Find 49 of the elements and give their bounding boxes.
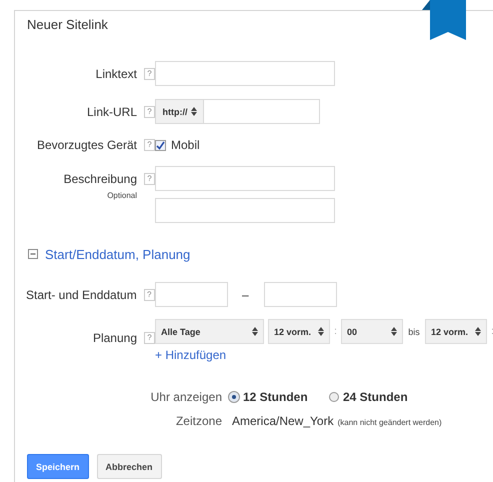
url-input-field[interactable] [203,99,320,124]
radio-button[interactable] [329,392,339,402]
field-label: Link-URL [86,105,137,119]
up-down-arrows-icon [318,327,324,336]
cancel-button[interactable]: Abbrechen [96,454,162,479]
radio-label: 12 Stunden [243,390,308,404]
clock-label: Uhr anzeigen [150,390,222,404]
end-date-field[interactable] [264,282,337,307]
field-label: Start- und Enddatum [26,288,137,302]
schedule-select[interactable]: 12 vorm. [425,319,487,344]
date-separator: – [242,288,249,302]
field-label: Bevorzugtes Gerät [36,138,137,152]
radio-label: 24 Stunden [343,390,408,404]
separator-text: : [333,326,338,337]
section-link[interactable]: Start/Enddatum, Planung [45,246,190,262]
dialog-title: Neuer Sitelink [27,17,109,34]
checkbox[interactable] [155,140,166,150]
help-icon[interactable]: ? [144,332,155,344]
help-icon[interactable]: ? [144,68,155,80]
checkbox-label: Mobil [171,138,200,152]
save-button[interactable]: Speichern [27,454,89,479]
timezone-label: Zeitzone [174,414,222,428]
add-link[interactable]: + Hinzufügen [155,348,226,362]
field-label: Linktext [96,67,137,81]
timezone-note: (kann nicht geändert werden) [338,418,442,427]
start-date-field[interactable] [155,282,228,307]
field-label: Planung [92,331,137,345]
up-down-arrows-icon [190,107,196,116]
field-label: Beschreibung [64,172,137,186]
help-icon[interactable]: ? [144,289,155,301]
schedule-select[interactable]: 00 [341,319,403,344]
bookmark-icon [422,0,466,40]
timezone-value: America/New_York [232,414,334,428]
protocol-select[interactable]: http:// [155,99,203,124]
up-down-arrows-icon [475,327,481,336]
separator-text: : [490,326,493,337]
collapse-icon[interactable] [28,249,38,259]
optional-note: Optional [107,191,137,200]
separator-text: bis [407,326,421,336]
up-down-arrows-icon [391,327,397,336]
description-input-field[interactable] [155,198,335,223]
help-icon[interactable]: ? [144,139,155,151]
schedule-select[interactable]: Alle Tage [155,319,264,344]
text-input-field[interactable] [155,61,335,86]
up-down-arrows-icon [252,327,258,336]
schedule-select[interactable]: 12 vorm. [268,319,330,344]
description-input-field[interactable] [155,166,335,191]
help-icon[interactable]: ? [144,106,155,118]
help-icon[interactable]: ? [144,173,155,185]
